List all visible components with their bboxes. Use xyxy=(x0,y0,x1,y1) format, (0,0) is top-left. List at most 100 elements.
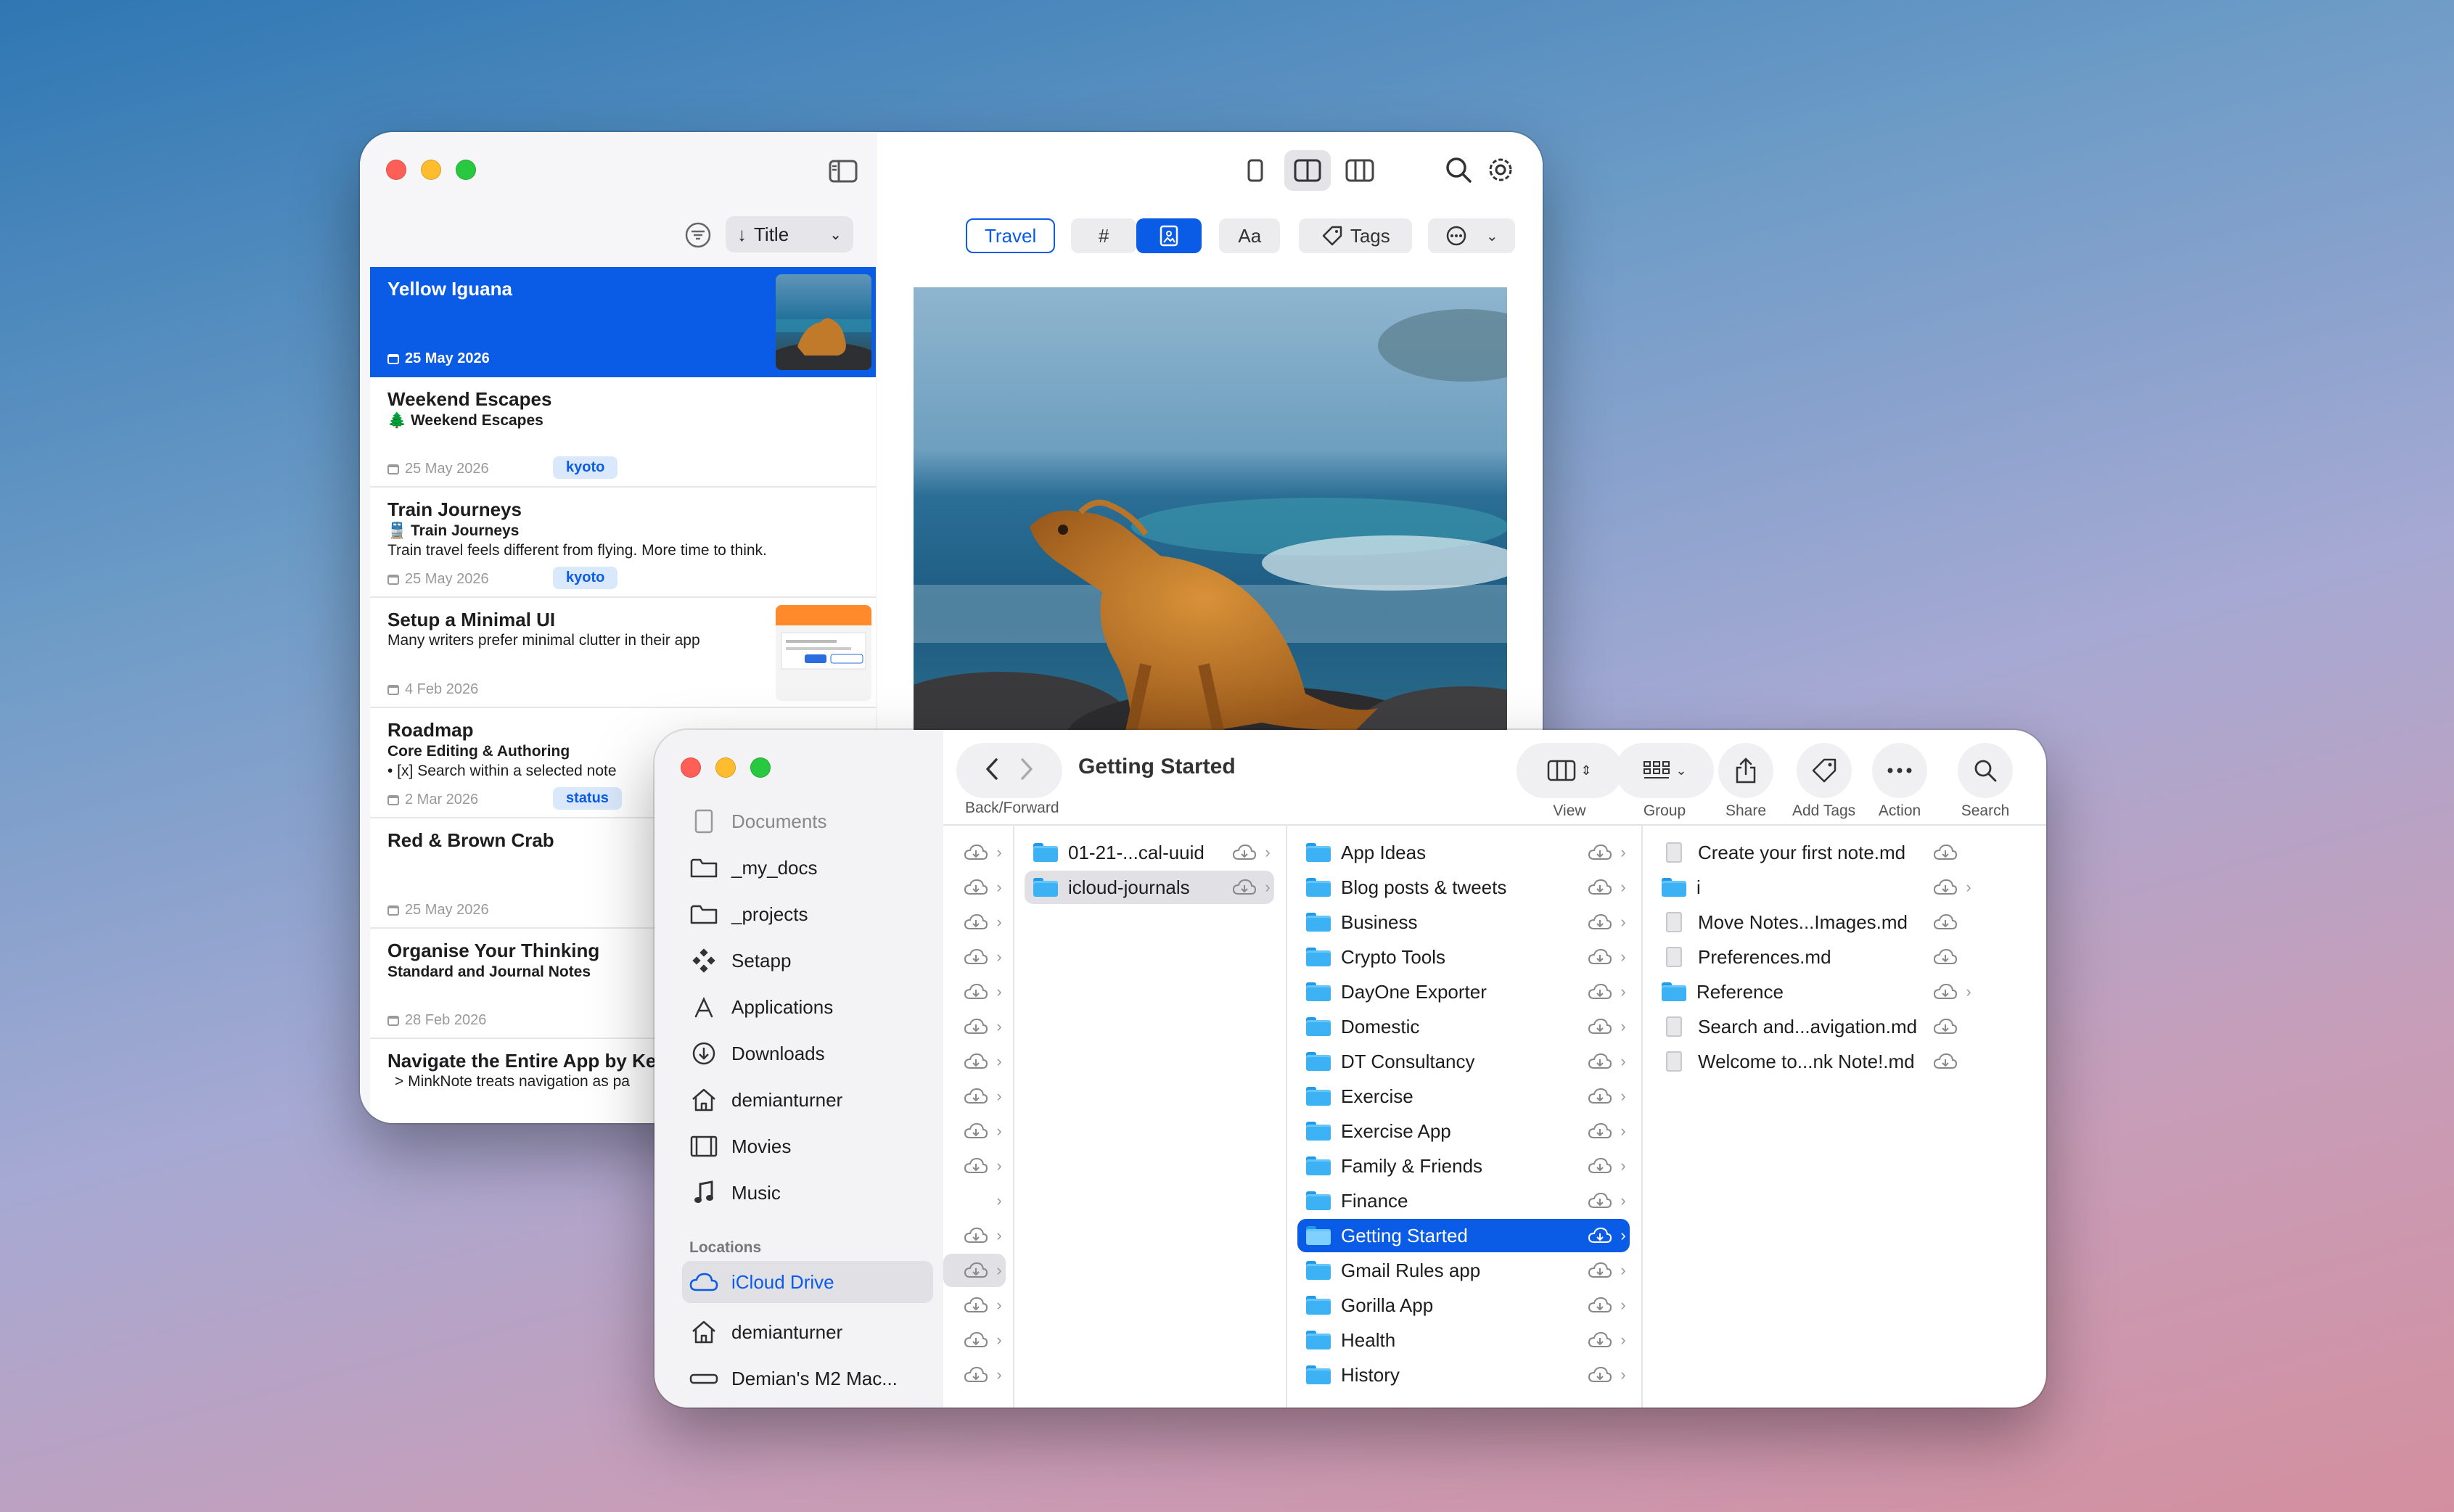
finder-row-stub[interactable]: › xyxy=(943,836,1006,869)
image-icon[interactable] xyxy=(1136,218,1202,253)
sidebar-item-mac-drive[interactable]: Demian's M2 Mac... xyxy=(689,1361,898,1396)
cloud-download-icon[interactable] xyxy=(1588,1365,1612,1384)
finder-row-stub[interactable]: › xyxy=(943,940,1006,974)
two-pane-icon[interactable] xyxy=(1284,150,1331,191)
cloud-download-icon[interactable] xyxy=(1933,948,1958,966)
search-control[interactable]: Search xyxy=(1958,743,2013,820)
finder-row[interactable]: icloud-journals › xyxy=(1025,871,1274,904)
tags-button[interactable]: Tags xyxy=(1299,218,1413,253)
search-icon[interactable] xyxy=(1958,743,2013,798)
format-button[interactable]: Aa xyxy=(1219,218,1281,253)
single-pane-icon[interactable] xyxy=(1232,150,1279,191)
cloud-download-icon[interactable] xyxy=(1588,1052,1612,1071)
sidebar-item-setapp[interactable]: Setapp xyxy=(689,943,791,978)
search-icon[interactable] xyxy=(1443,154,1474,186)
finder-row[interactable]: Exercise › xyxy=(1297,1080,1630,1113)
finder-row[interactable]: Create your first note.md xyxy=(1653,836,1975,869)
finder-row[interactable]: Welcome to...nk Note!.md xyxy=(1653,1045,1975,1078)
cloud-download-icon[interactable] xyxy=(1588,843,1612,862)
sidebar-item-music[interactable]: Music xyxy=(689,1175,781,1210)
finder-row[interactable]: Exercise App › xyxy=(1297,1114,1630,1148)
filter-icon[interactable] xyxy=(684,221,713,250)
zoom-button[interactable] xyxy=(750,757,771,778)
finder-row-stub[interactable]: › xyxy=(943,1080,1006,1113)
cloud-download-icon[interactable] xyxy=(1588,982,1612,1001)
group-icon[interactable]: ⌄ xyxy=(1615,743,1714,798)
three-pane-icon[interactable] xyxy=(1337,150,1383,191)
finder-row[interactable]: Search and...avigation.md xyxy=(1653,1010,1975,1043)
travel-tag-chip[interactable]: Travel xyxy=(966,218,1056,253)
note-tag[interactable]: kyoto xyxy=(553,567,618,589)
hashtag-button[interactable]: # xyxy=(1071,218,1137,253)
sidebar-item-home[interactable]: demianturner xyxy=(689,1082,842,1117)
finder-row-stub[interactable]: › xyxy=(943,1149,1006,1183)
sidebar-item-documents[interactable]: Documents xyxy=(689,804,827,839)
sort-button[interactable]: ↓ Title ⌄ xyxy=(726,216,853,252)
sidebar-toggle-icon[interactable] xyxy=(827,157,859,186)
finder-row-stub[interactable]: › xyxy=(943,975,1006,1008)
action-control[interactable]: Action xyxy=(1872,743,1927,820)
forward-chevron-icon[interactable] xyxy=(1019,757,1034,784)
finder-row-stub[interactable]: › xyxy=(943,1358,1006,1392)
finder-row[interactable]: Domestic › xyxy=(1297,1010,1630,1043)
cloud-download-icon[interactable] xyxy=(1933,843,1958,862)
cloud-download-icon[interactable] xyxy=(1588,1156,1612,1175)
sidebar-item-home-location[interactable]: demianturner xyxy=(689,1315,842,1349)
cloud-download-icon[interactable] xyxy=(1588,948,1612,966)
cloud-download-icon[interactable] xyxy=(1588,1261,1612,1280)
cloud-download-icon[interactable] xyxy=(1933,913,1958,932)
cloud-download-icon[interactable] xyxy=(1933,878,1958,897)
sidebar-item-applications[interactable]: Applications xyxy=(689,990,833,1024)
finder-row-stub[interactable]: › xyxy=(943,1010,1006,1043)
finder-row-stub[interactable]: › xyxy=(943,1254,1006,1287)
cloud-download-icon[interactable] xyxy=(1588,1226,1612,1245)
tag-icon[interactable] xyxy=(1796,743,1852,798)
gear-icon[interactable] xyxy=(1485,154,1517,186)
finder-row[interactable]: i › xyxy=(1653,871,1975,904)
more-options-button[interactable]: ⌄ xyxy=(1428,218,1516,253)
group-control[interactable]: ⌄ Group xyxy=(1615,743,1714,820)
finder-row[interactable]: Business › xyxy=(1297,905,1630,939)
note-item[interactable]: Setup a Minimal UI Many writers prefer m… xyxy=(370,598,876,708)
sidebar-item-my-docs[interactable]: _my_docs xyxy=(689,850,818,885)
note-tag[interactable]: kyoto xyxy=(553,456,618,479)
finder-row[interactable]: Family & Friends › xyxy=(1297,1149,1630,1183)
view-control[interactable]: ⇕ View xyxy=(1517,743,1622,820)
cloud-download-icon[interactable] xyxy=(1588,1296,1612,1315)
finder-row[interactable]: Reference › xyxy=(1653,975,1975,1008)
columns-view-icon[interactable]: ⇕ xyxy=(1517,743,1622,798)
share-icon[interactable] xyxy=(1718,743,1773,798)
note-item[interactable]: Yellow Iguana 25 May 2026 xyxy=(370,267,876,377)
note-tag[interactable]: status xyxy=(553,787,622,810)
sidebar-item-downloads[interactable]: Downloads xyxy=(689,1036,825,1071)
add-tags-control[interactable]: Add Tags xyxy=(1792,743,1855,820)
finder-row-stub[interactable]: › xyxy=(943,1323,1006,1357)
finder-row[interactable]: Health › xyxy=(1297,1323,1630,1357)
cloud-download-icon[interactable] xyxy=(1232,878,1257,897)
finder-row[interactable]: DayOne Exporter › xyxy=(1297,975,1630,1008)
finder-row[interactable]: Gorilla App › xyxy=(1297,1289,1630,1322)
sidebar-item-projects[interactable]: _projects xyxy=(689,897,808,932)
close-button[interactable] xyxy=(386,160,406,180)
finder-row-stub[interactable]: › xyxy=(943,1114,1006,1148)
finder-row-stub[interactable]: › xyxy=(943,1289,1006,1322)
share-control[interactable]: Share xyxy=(1718,743,1773,820)
cloud-download-icon[interactable] xyxy=(1588,1191,1612,1210)
finder-row-stub[interactable]: › xyxy=(943,905,1006,939)
minimize-button[interactable] xyxy=(421,160,441,180)
cloud-download-icon[interactable] xyxy=(1933,982,1958,1001)
finder-row[interactable]: Blog posts & tweets › xyxy=(1297,871,1630,904)
cloud-download-icon[interactable] xyxy=(1588,913,1612,932)
zoom-button[interactable] xyxy=(456,160,476,180)
finder-row-stub[interactable]: › xyxy=(943,1045,1006,1078)
finder-row[interactable]: Gmail Rules app › xyxy=(1297,1254,1630,1287)
finder-row-stub[interactable]: › xyxy=(943,871,1006,904)
note-item[interactable]: Weekend Escapes 🌲 Weekend Escapes 25 May… xyxy=(370,377,876,488)
minimize-button[interactable] xyxy=(715,757,736,778)
finder-row-stub[interactable]: › xyxy=(943,1184,1006,1217)
cloud-download-icon[interactable] xyxy=(1588,1087,1612,1106)
note-item[interactable]: Train Journeys 🚆 Train Journeys Train tr… xyxy=(370,488,876,598)
sidebar-item-movies[interactable]: Movies xyxy=(689,1129,791,1164)
cloud-download-icon[interactable] xyxy=(1588,1122,1612,1141)
finder-row[interactable]: Getting Started › xyxy=(1297,1219,1630,1252)
